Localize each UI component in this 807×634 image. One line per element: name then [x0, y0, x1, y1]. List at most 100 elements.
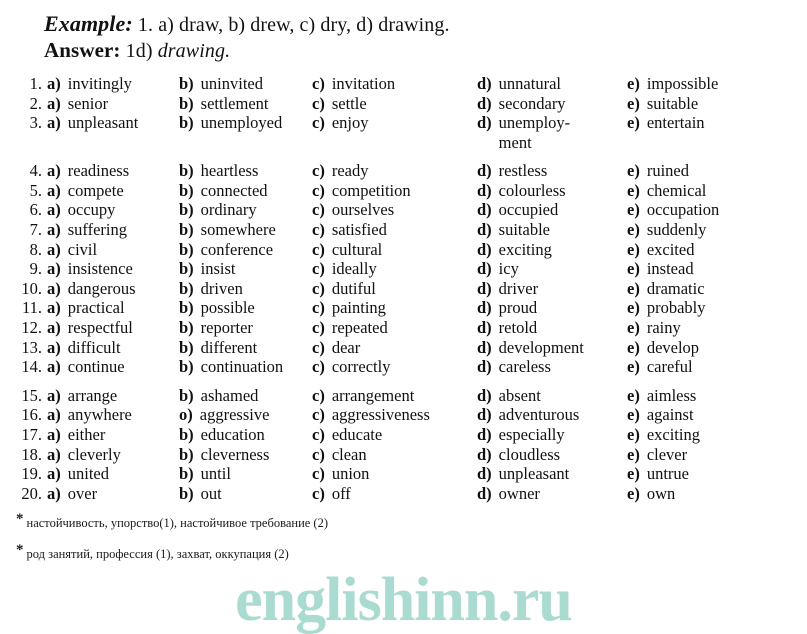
option-e[interactable]: e) excited	[627, 240, 777, 260]
option-c[interactable]: c) off	[312, 484, 477, 504]
option-b[interactable]: b) different	[179, 338, 312, 358]
option-b[interactable]: b) possible	[179, 298, 312, 318]
option-b[interactable]: b) insist	[179, 259, 312, 279]
option-a[interactable]: a) insistence	[47, 259, 179, 279]
option-e[interactable]: e) occupation	[627, 200, 777, 220]
option-b[interactable]: b) reporter	[179, 318, 312, 338]
option-d[interactable]: d) proud	[477, 298, 627, 318]
option-c[interactable]: c) arrangement	[312, 386, 477, 406]
option-c[interactable]: c) satisfied	[312, 220, 477, 240]
option-d[interactable]: d) unemploy- ment	[477, 113, 627, 152]
option-e[interactable]: e) entertain	[627, 113, 777, 133]
option-c[interactable]: c) enjoy	[312, 113, 477, 133]
option-c[interactable]: c) invitation	[312, 74, 477, 94]
option-c[interactable]: c) painting	[312, 298, 477, 318]
option-c[interactable]: c) clean	[312, 445, 477, 465]
option-e[interactable]: e) clever	[627, 445, 777, 465]
option-e[interactable]: e) own	[627, 484, 777, 504]
option-c[interactable]: c) cultural	[312, 240, 477, 260]
option-c[interactable]: c) aggressiveness	[312, 405, 477, 425]
option-c[interactable]: c) union	[312, 464, 477, 484]
option-d[interactable]: d) especially	[477, 425, 627, 445]
option-b[interactable]: b) unemployed	[179, 113, 312, 133]
option-a[interactable]: a) difficult	[47, 338, 179, 358]
option-a[interactable]: a) occupy	[47, 200, 179, 220]
option-c[interactable]: c) ready	[312, 161, 477, 181]
option-e[interactable]: e) instead	[627, 259, 777, 279]
option-e[interactable]: e) chemical	[627, 181, 777, 201]
option-b[interactable]: b) continuation	[179, 357, 312, 377]
option-d[interactable]: d) suitable	[477, 220, 627, 240]
option-d[interactable]: d) unpleasant	[477, 464, 627, 484]
option-d[interactable]: d) adventurous	[477, 405, 627, 425]
option-a[interactable]: a) either	[47, 425, 179, 445]
option-c[interactable]: c) competition	[312, 181, 477, 201]
option-e[interactable]: e) careful	[627, 357, 777, 377]
option-d[interactable]: d) occupied	[477, 200, 627, 220]
option-a[interactable]: a) compete	[47, 181, 179, 201]
option-c[interactable]: c) repeated	[312, 318, 477, 338]
option-c[interactable]: c) educate	[312, 425, 477, 445]
option-a[interactable]: a) dangerous	[47, 279, 179, 299]
option-a[interactable]: a) readiness	[47, 161, 179, 181]
option-a[interactable]: a) practical	[47, 298, 179, 318]
option-d[interactable]: d) driver	[477, 279, 627, 299]
option-b[interactable]: b) until	[179, 464, 312, 484]
option-b[interactable]: b) settlement	[179, 94, 312, 114]
option-a[interactable]: a) suffering	[47, 220, 179, 240]
option-b[interactable]: b) heartless	[179, 161, 312, 181]
option-a[interactable]: a) arrange	[47, 386, 179, 406]
option-b[interactable]: b) education	[179, 425, 312, 445]
option-e[interactable]: e) against	[627, 405, 777, 425]
option-e[interactable]: e) probably	[627, 298, 777, 318]
option-d[interactable]: d) absent	[477, 386, 627, 406]
option-b[interactable]: b) driven	[179, 279, 312, 299]
option-e[interactable]: e) aimless	[627, 386, 777, 406]
option-c[interactable]: c) correctly	[312, 357, 477, 377]
option-c[interactable]: c) ideally	[312, 259, 477, 279]
option-d[interactable]: d) icy	[477, 259, 627, 279]
option-d[interactable]: d) retold	[477, 318, 627, 338]
option-a[interactable]: a) respectful	[47, 318, 179, 338]
option-c[interactable]: c) ourselves	[312, 200, 477, 220]
option-b[interactable]: b) out	[179, 484, 312, 504]
option-d[interactable]: d) cloudless	[477, 445, 627, 465]
option-a[interactable]: a) invitingly	[47, 74, 179, 94]
option-c[interactable]: c) dear	[312, 338, 477, 358]
option-a[interactable]: a) over	[47, 484, 179, 504]
option-e[interactable]: e) impossible	[627, 74, 777, 94]
option-a[interactable]: a) unpleasant	[47, 113, 179, 133]
option-d[interactable]: d) owner	[477, 484, 627, 504]
option-d[interactable]: d) unnatural	[477, 74, 627, 94]
option-e[interactable]: e) ruined	[627, 161, 777, 181]
option-d[interactable]: d) exciting	[477, 240, 627, 260]
option-a[interactable]: a) civil	[47, 240, 179, 260]
option-d[interactable]: d) careless	[477, 357, 627, 377]
option-b[interactable]: b) uninvited	[179, 74, 312, 94]
option-b[interactable]: b) cleverness	[179, 445, 312, 465]
option-b[interactable]: o) aggressive	[179, 405, 312, 425]
option-e[interactable]: e) rainy	[627, 318, 777, 338]
option-a[interactable]: a) senior	[47, 94, 179, 114]
option-b[interactable]: b) ordinary	[179, 200, 312, 220]
option-d[interactable]: d) colourless	[477, 181, 627, 201]
option-e[interactable]: e) suddenly	[627, 220, 777, 240]
option-e[interactable]: e) suitable	[627, 94, 777, 114]
option-d[interactable]: d) restless	[477, 161, 627, 181]
option-e[interactable]: e) dramatic	[627, 279, 777, 299]
option-e[interactable]: e) untrue	[627, 464, 777, 484]
option-b[interactable]: b) conference	[179, 240, 312, 260]
option-a[interactable]: a) united	[47, 464, 179, 484]
option-b[interactable]: b) ashamed	[179, 386, 312, 406]
option-e[interactable]: e) develop	[627, 338, 777, 358]
option-c[interactable]: c) dutiful	[312, 279, 477, 299]
option-b[interactable]: b) connected	[179, 181, 312, 201]
option-a[interactable]: a) cleverly	[47, 445, 179, 465]
option-e[interactable]: e) exciting	[627, 425, 777, 445]
option-c[interactable]: c) settle	[312, 94, 477, 114]
option-d[interactable]: d) development	[477, 338, 627, 358]
option-a[interactable]: a) anywhere	[47, 405, 179, 425]
option-b[interactable]: b) somewhere	[179, 220, 312, 240]
option-a[interactable]: a) continue	[47, 357, 179, 377]
option-d[interactable]: d) secondary	[477, 94, 627, 114]
